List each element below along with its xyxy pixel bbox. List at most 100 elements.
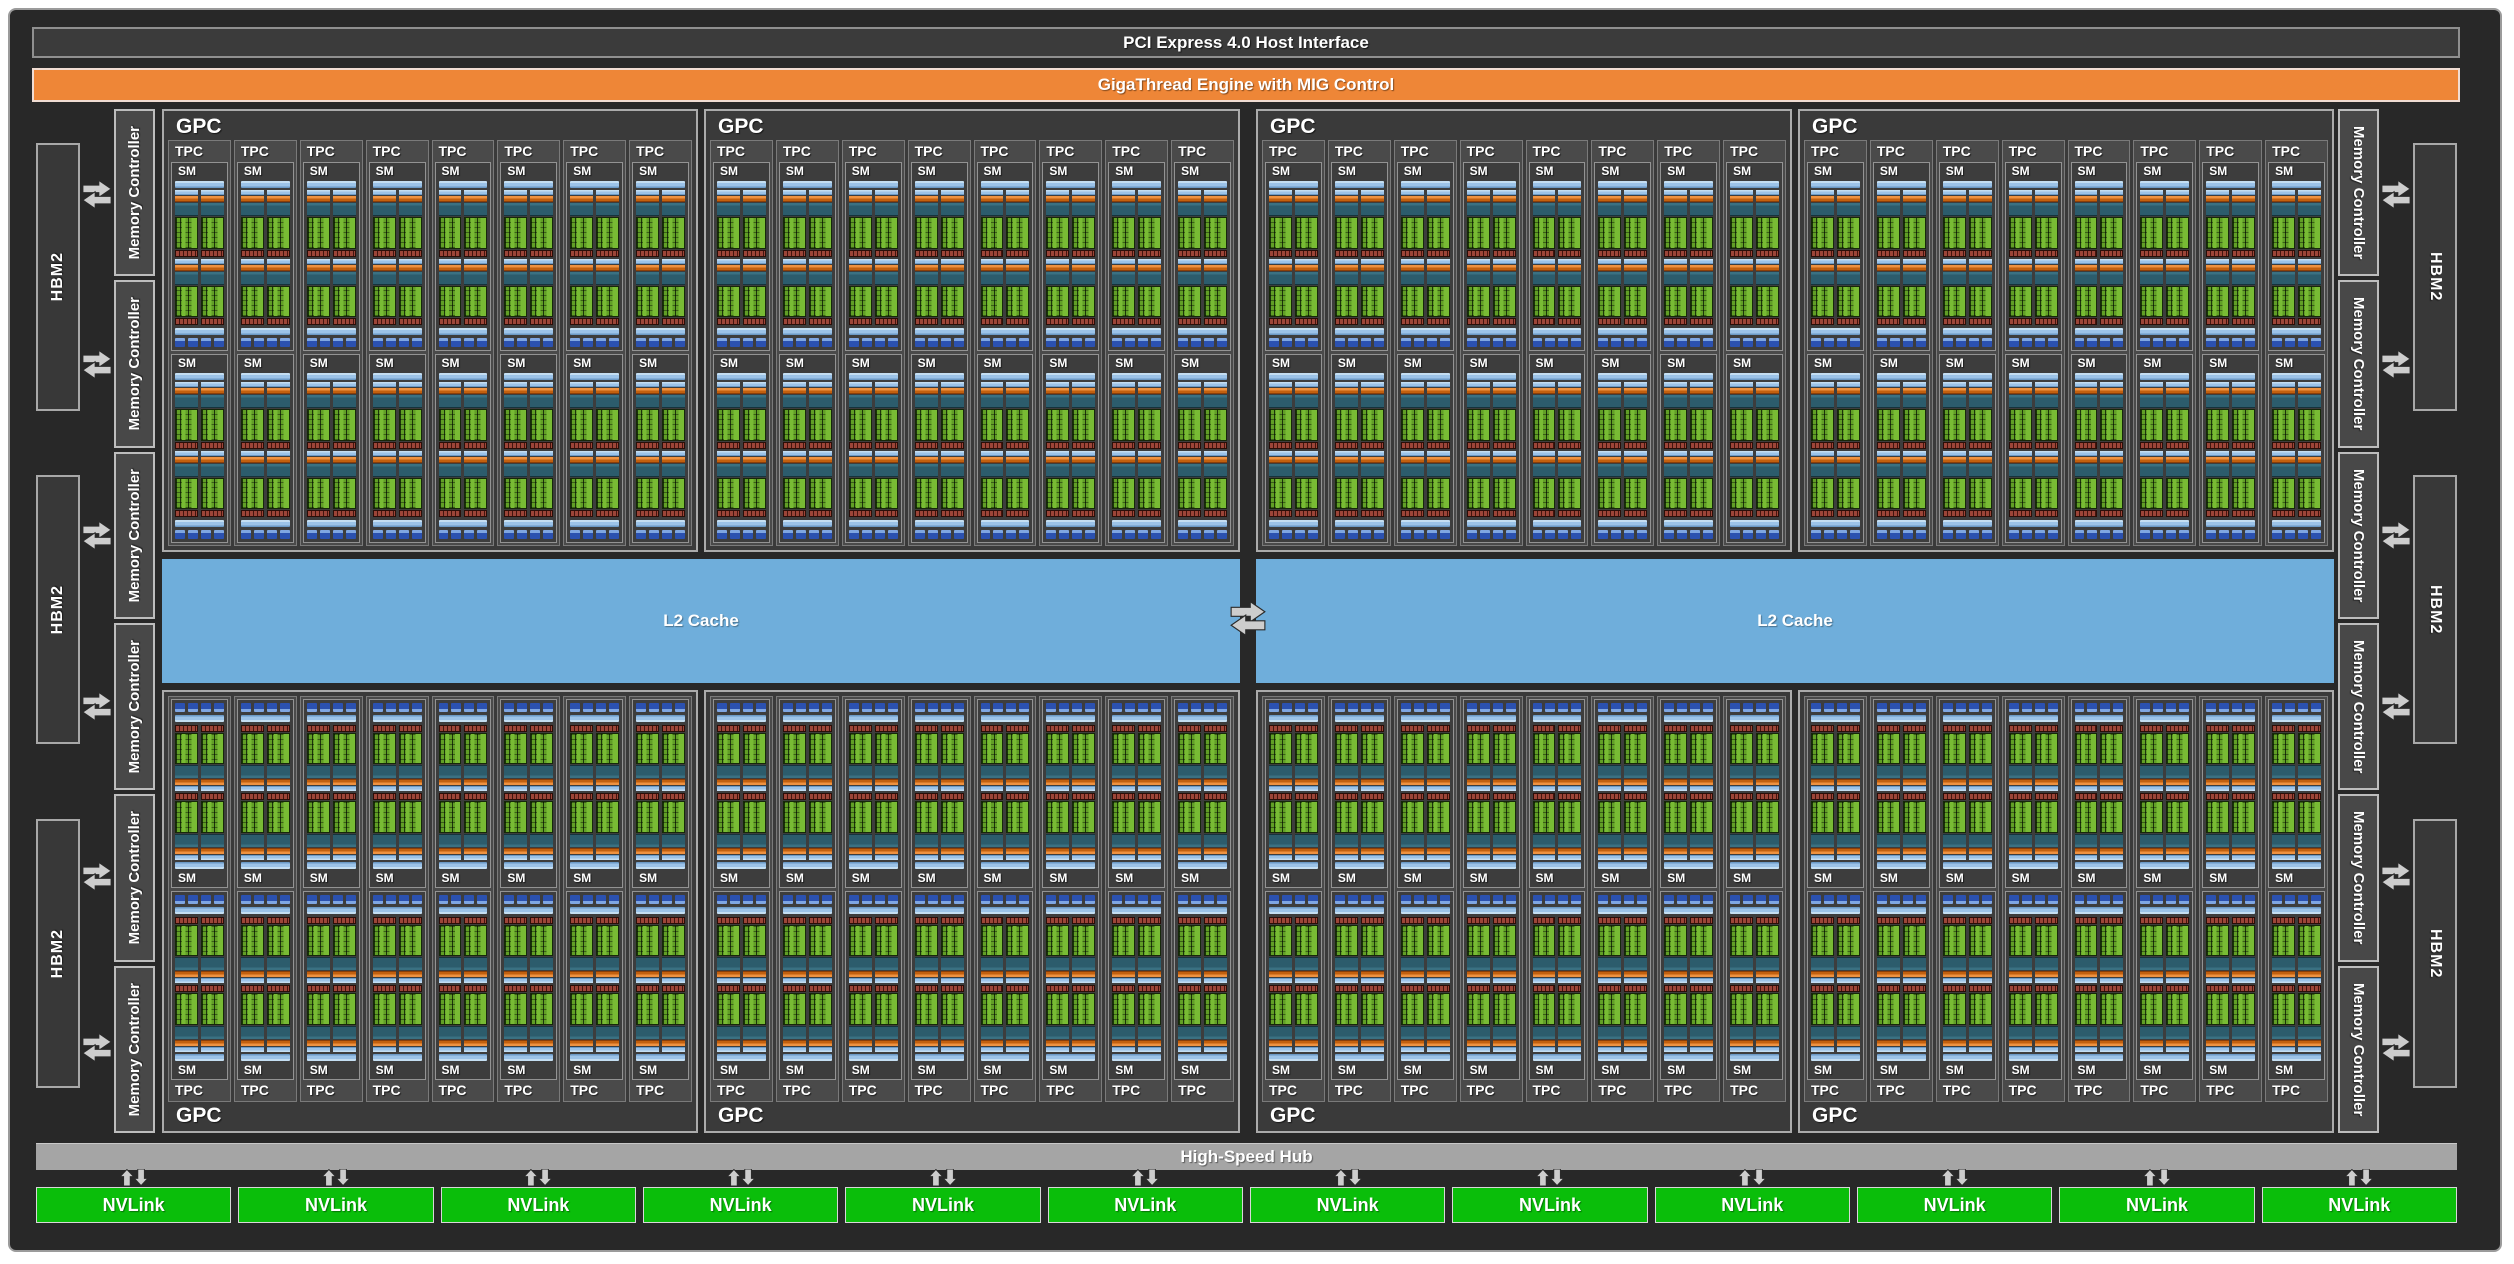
teal-block [2035, 203, 2058, 216]
orange-strip [373, 457, 396, 463]
cuda-core-grid [201, 925, 224, 957]
cuda-core-grid [1467, 217, 1490, 249]
tex-segment [1151, 703, 1161, 712]
tex-segment [649, 530, 659, 539]
cuda-core-grid [1493, 994, 1516, 1026]
l1-data-cache-bar [1112, 715, 1161, 722]
orange-strip [333, 265, 356, 271]
cuda-core-grid [1811, 925, 1834, 957]
sm-label: SM [849, 1062, 898, 1079]
light-blue-bar [875, 259, 898, 264]
orange-strip [875, 388, 898, 394]
tex-segment [1125, 895, 1135, 904]
light-blue-bar [1046, 451, 1069, 456]
l1-instruction-cache-bar [373, 181, 422, 188]
sm-process-column [662, 986, 685, 1053]
tex-segment [1295, 895, 1305, 904]
cuda-core-grid [662, 994, 685, 1026]
tex-segment [2179, 530, 2189, 539]
orange-strip [307, 196, 330, 202]
tex-segment [1191, 703, 1201, 712]
cuda-core-grid [530, 802, 553, 834]
l1-data-cache-bar [2075, 907, 2124, 914]
l1-data-cache-bar [2075, 520, 2124, 527]
sm-block: SM [1660, 354, 1717, 543]
orange-strip [1690, 1040, 1713, 1046]
sm-process-column [1730, 917, 1753, 984]
sm-process-block [1533, 794, 1582, 861]
sm-process-column [636, 986, 659, 1053]
cuda-core-grid [2272, 409, 2295, 441]
tex-segment [1335, 703, 1345, 712]
sm-process-block [373, 986, 422, 1053]
light-blue-bar [2298, 1047, 2321, 1052]
teal-block [439, 203, 462, 216]
teal-block [1046, 766, 1069, 779]
cuda-core-grid [201, 733, 224, 765]
ldst-strip [1138, 510, 1161, 517]
teal-block [267, 958, 290, 971]
sm-block: SM [369, 354, 426, 543]
cuda-core-grid [875, 478, 898, 510]
sm-label: SM [1533, 163, 1582, 180]
cuda-core-grid [1204, 802, 1227, 834]
sm-process-column [2075, 986, 2098, 1053]
tex-unit-bar [1598, 530, 1647, 539]
cuda-core-grid [1204, 925, 1227, 957]
sm-process-block [717, 382, 766, 449]
ldst-strip [915, 986, 938, 993]
cuda-core-grid [1624, 217, 1647, 249]
sm-process-block [1467, 190, 1516, 257]
teal-block [1401, 203, 1424, 216]
cuda-core-grid [1006, 286, 1029, 318]
sm-process-column [2206, 382, 2229, 449]
teal-block [662, 395, 685, 408]
sm-block: SM [2202, 354, 2259, 543]
orange-strip [743, 196, 766, 202]
ldst-strip [399, 442, 422, 449]
memory-controller-block: Memory Controller [114, 452, 155, 619]
sm-process-column [1006, 382, 1029, 449]
sm-process-column [2009, 794, 2032, 861]
sm-process-block [1664, 382, 1713, 449]
sm-label: SM [1877, 163, 1926, 180]
tex-unit-bar [1877, 703, 1926, 712]
tex-segment [862, 703, 872, 712]
orange-strip [636, 1040, 659, 1046]
sm-block: SM [845, 891, 902, 1080]
sm-process-column [783, 190, 806, 257]
l1-data-cache-bar [1664, 907, 1713, 914]
cuda-core-grid [1837, 733, 1860, 765]
sm-process-column [596, 190, 619, 257]
tex-segment [730, 895, 740, 904]
light-blue-bar [1269, 382, 1292, 387]
ldst-strip [2166, 725, 2189, 732]
teal-block [1295, 1026, 1318, 1039]
cuda-core-grid [464, 733, 487, 765]
cuda-core-grid [1837, 409, 1860, 441]
l1-data-cache-bar [570, 328, 619, 335]
tex-segment [1046, 530, 1056, 539]
light-blue-bar [2075, 787, 2098, 792]
tex-unit-bar [915, 895, 964, 904]
orange-strip [1401, 848, 1424, 854]
bidirectional-vertical-arrow-icon [1940, 1169, 1970, 1186]
sm-process-column [1690, 725, 1713, 792]
orange-strip [267, 780, 290, 786]
teal-block [1178, 395, 1201, 408]
tex-segment [1916, 338, 1926, 347]
ldst-strip [1533, 250, 1556, 257]
orange-strip [662, 388, 685, 394]
teal-block [1046, 464, 1069, 477]
tex-unit-bar [1533, 338, 1582, 347]
tex-unit-bar [1811, 703, 1860, 712]
sm-process-column [743, 451, 766, 518]
tpc-label: TPC [237, 1081, 294, 1100]
light-blue-bar [1401, 451, 1424, 456]
orange-strip [981, 388, 1004, 394]
light-blue-bar [504, 979, 527, 984]
tpc-label: TPC [2202, 142, 2259, 161]
cuda-core-grid [1664, 925, 1687, 957]
sm-process-column [2100, 917, 2123, 984]
ldst-strip [1969, 510, 1992, 517]
